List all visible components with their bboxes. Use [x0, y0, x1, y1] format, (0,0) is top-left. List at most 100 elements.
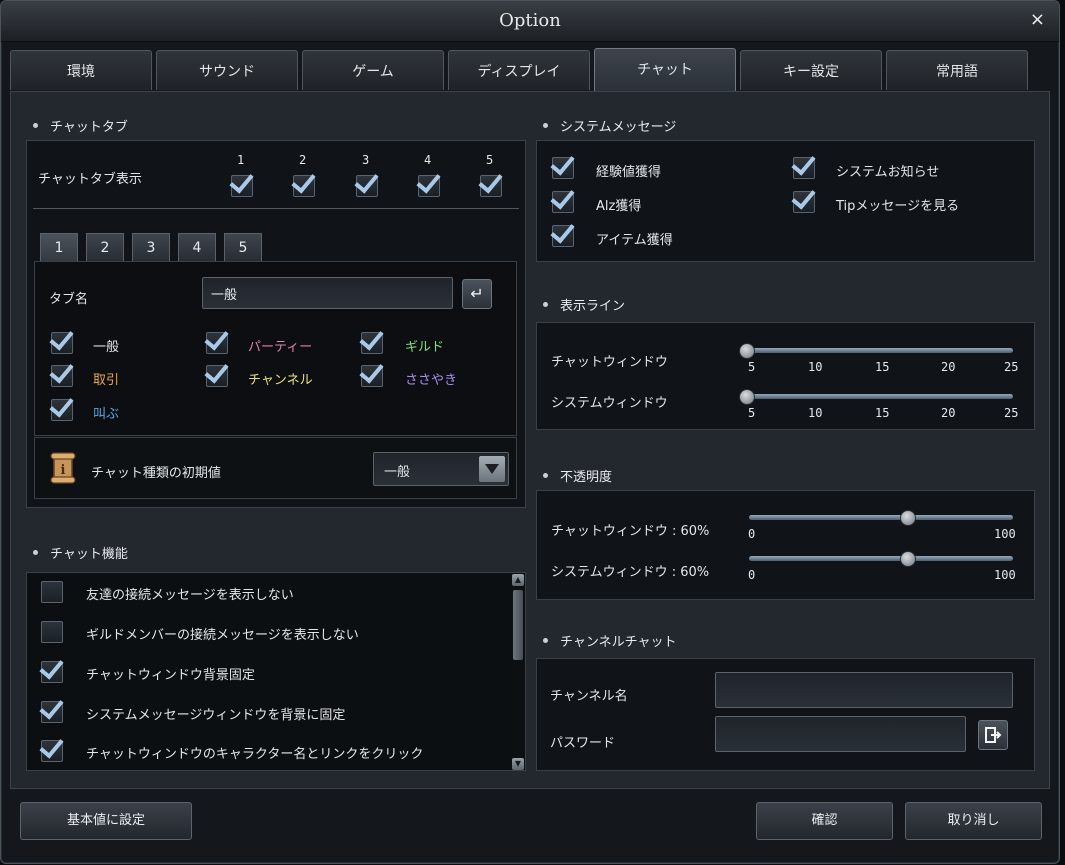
subtab-3[interactable]: 3 — [132, 233, 170, 261]
system-message-label-alz: Alz獲得 — [596, 199, 642, 214]
tab-sound[interactable]: サウンド — [156, 50, 298, 90]
cancel-button[interactable]: 取り消し — [905, 802, 1042, 840]
scroll-up-icon[interactable]: ▲ — [512, 574, 524, 586]
display-line-track-chat[interactable] — [746, 348, 1013, 353]
tab-common-phrases[interactable]: 常用語 — [886, 50, 1028, 90]
channel-checkbox-channel[interactable] — [204, 358, 229, 387]
chat-tab-display-checkbox-1[interactable] — [229, 168, 254, 197]
opacity-track-chat[interactable] — [749, 515, 1013, 520]
channel-checkbox-party[interactable] — [204, 325, 229, 354]
display-line-scale-20: 20 — [941, 360, 956, 374]
chat-tab-display-checkbox-2[interactable] — [291, 168, 316, 197]
chat-function-scrollbar[interactable]: ▲ ▼ — [512, 574, 524, 770]
tab-name-input[interactable] — [202, 277, 453, 309]
opacity-knob-system[interactable] — [900, 551, 916, 567]
display-line-scale-20: 20 — [941, 406, 956, 420]
channel-checkbox-shout[interactable] — [49, 392, 74, 421]
opacity-scale-max: 100 — [994, 527, 1016, 541]
chat-tab-number-4: 4 — [424, 153, 432, 167]
chat-tab-title-text: チャットタブ — [50, 120, 128, 135]
chat-tab-display-label: チャットタブ表示 — [38, 172, 142, 187]
display-line-scale-15: 15 — [875, 360, 890, 374]
chat-tab-display-checkbox-5[interactable] — [478, 168, 503, 197]
chat-function-checkbox-3[interactable] — [39, 654, 64, 683]
option-window: Option × 環境 サウンド ゲーム ディスプレイ チャット キー設定 常用… — [0, 0, 1060, 864]
tab-display[interactable]: ディスプレイ — [448, 50, 590, 90]
chat-function-checkbox-2[interactable] — [41, 621, 63, 643]
chat-function-checkbox-1[interactable] — [41, 581, 63, 603]
chat-function-label-5: チャットウィンドウのキャラクター名とリンクをクリック — [86, 747, 424, 762]
close-icon[interactable]: × — [1030, 9, 1045, 30]
system-message-label-item: アイテム獲得 — [596, 233, 673, 248]
window-title: Option — [499, 10, 561, 31]
enter-door-icon[interactable] — [978, 720, 1008, 750]
system-message-title-text: システムメッセージ — [560, 120, 677, 135]
chat-function-section-title: チャット機能 — [33, 543, 128, 562]
password-input[interactable] — [715, 716, 966, 752]
confirm-button[interactable]: 確認 — [756, 802, 893, 840]
display-line-label-system: システムウィンドウ — [551, 396, 668, 411]
dropdown-arrow-icon[interactable] — [479, 456, 505, 482]
bullet-icon — [33, 123, 38, 128]
display-line-scale-5: 5 — [748, 406, 756, 420]
system-message-checkbox-exp[interactable] — [550, 150, 575, 179]
opacity-label-system: システムウィンドウ : 60% — [551, 565, 710, 580]
chat-tab-number-3: 3 — [362, 153, 370, 167]
display-line-label-chat: チャットウィンドウ — [551, 355, 668, 370]
bullet-icon — [543, 638, 548, 643]
system-message-checkbox-item[interactable] — [550, 218, 575, 247]
display-line-track-system[interactable] — [746, 394, 1013, 399]
enter-icon[interactable]: ↵ — [462, 279, 492, 309]
display-line-scale-10: 10 — [808, 406, 823, 420]
system-message-checkbox-notice[interactable] — [791, 150, 816, 179]
default-values-button[interactable]: 基本値に設定 — [20, 802, 192, 840]
opacity-track-system[interactable] — [749, 556, 1013, 561]
channel-checkbox-whisper[interactable] — [359, 358, 384, 387]
tab-environment[interactable]: 環境 — [10, 50, 152, 90]
subtab-2[interactable]: 2 — [86, 233, 124, 261]
chat-function-label-1: 友達の接続メッセージを表示しない — [86, 588, 294, 603]
system-message-label-notice: システムお知らせ — [836, 165, 940, 180]
chat-tab-section-title: チャットタブ — [33, 116, 128, 135]
subtab-1[interactable]: 1 — [40, 233, 78, 261]
chat-function-checkbox-4[interactable] — [39, 694, 64, 723]
channel-checkbox-general[interactable] — [49, 325, 74, 354]
subtab-4[interactable]: 4 — [178, 233, 216, 261]
tab-chat[interactable]: チャット — [594, 48, 736, 92]
display-line-knob-chat[interactable] — [739, 343, 755, 359]
scroll-thumb[interactable] — [513, 590, 523, 660]
opacity-scale-max: 100 — [994, 568, 1016, 582]
tab-name-label: タブ名 — [49, 292, 89, 307]
channel-chat-title-text: チャンネルチャット — [560, 635, 677, 650]
opacity-section-title: 不透明度 — [543, 466, 612, 485]
tab-game[interactable]: ゲーム — [302, 50, 444, 90]
scroll-down-icon[interactable]: ▼ — [512, 758, 524, 770]
display-line-scale-25: 25 — [1004, 406, 1019, 420]
scroll-icon: i — [50, 452, 76, 484]
display-line-title-text: 表示ライン — [560, 299, 626, 314]
display-line-knob-system[interactable] — [739, 389, 755, 405]
bullet-icon — [543, 473, 548, 478]
chat-tab-display-checkbox-4[interactable] — [416, 168, 441, 197]
system-message-checkbox-tip[interactable] — [791, 184, 816, 213]
bullet-icon — [33, 550, 38, 555]
channel-label-guild: ギルド — [405, 340, 445, 355]
tab-key-settings[interactable]: キー設定 — [740, 50, 882, 90]
system-message-checkbox-alz[interactable] — [550, 184, 575, 213]
chat-tab-number-1: 1 — [237, 153, 245, 167]
subtab-5[interactable]: 5 — [224, 233, 262, 261]
opacity-scale-min: 0 — [748, 568, 756, 582]
system-message-label-tip: Tipメッセージを見る — [836, 199, 960, 214]
divider — [33, 208, 519, 209]
channel-checkbox-guild[interactable] — [359, 325, 384, 354]
title-bar[interactable]: Option × — [1, 1, 1059, 42]
svg-text:i: i — [61, 463, 66, 478]
chat-function-checkbox-5[interactable] — [39, 733, 64, 762]
display-line-scale-10: 10 — [808, 360, 823, 374]
opacity-knob-chat[interactable] — [900, 510, 916, 526]
default-type-label: チャット種類の初期値 — [91, 466, 221, 481]
channel-name-input[interactable] — [715, 672, 1013, 708]
chat-tab-display-checkbox-3[interactable] — [354, 168, 379, 197]
channel-checkbox-trade[interactable] — [49, 358, 74, 387]
default-type-select[interactable]: 一般 — [373, 452, 509, 486]
